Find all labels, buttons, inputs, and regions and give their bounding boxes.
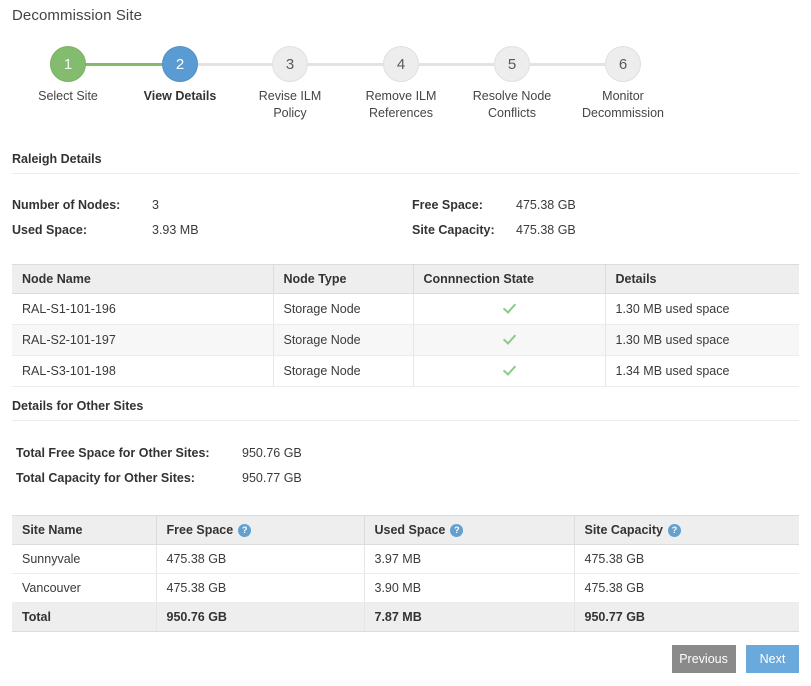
used-space-cell: 3.90 MB xyxy=(364,574,574,603)
number-of-nodes-value: 3 xyxy=(152,198,159,212)
site-table-column-header: Site Capacity? xyxy=(574,516,799,545)
site-details-heading: Raleigh Details xyxy=(12,152,799,174)
wizard-step-label-5: Resolve NodeConflicts xyxy=(473,88,552,122)
wizard-step-label-2: View Details xyxy=(144,88,217,105)
next-button[interactable]: Next xyxy=(746,645,799,673)
total-free-space-value: 950.76 GB xyxy=(242,446,302,460)
node-name-cell: RAL-S3-101-198 xyxy=(12,356,273,387)
wizard-step-label-line1: Resolve Node xyxy=(473,88,552,105)
other-sites-heading: Details for Other Sites xyxy=(12,399,799,421)
node-table-column-header: Node Type xyxy=(273,265,413,294)
wizard-step-label-line1: View Details xyxy=(144,88,217,105)
node-type-cell: Storage Node xyxy=(273,294,413,325)
table-row: RAL-S2-101-197Storage Node 1.30 MB used s… xyxy=(12,325,799,356)
total-capacity-value: 950.77 GB xyxy=(242,471,302,485)
table-row: Sunnyvale475.38 GB3.97 MB475.38 GB xyxy=(12,545,799,574)
site-table-column-header: Used Space? xyxy=(364,516,574,545)
check-icon xyxy=(503,332,516,345)
total-capacity-label: Total Capacity for Other Sites: xyxy=(16,471,195,485)
wizard-step-label-line1: Monitor xyxy=(582,88,664,105)
wizard-step-label-6: MonitorDecommission xyxy=(582,88,664,122)
check-icon xyxy=(503,301,516,314)
used-space-label: Used Space: xyxy=(12,223,87,237)
node-table-header-row: Node NameNode TypeConnnection StateDetai… xyxy=(12,265,799,294)
wizard-step-circle-2: 2 xyxy=(162,46,198,82)
site-table: Site NameFree Space?Used Space?Site Capa… xyxy=(12,515,799,632)
check-icon xyxy=(503,363,516,376)
previous-button[interactable]: Previous xyxy=(672,645,736,673)
other-sites-summary: Total Free Space for Other Sites: 950.76… xyxy=(16,446,516,492)
table-row: Vancouver475.38 GB3.90 MB475.38 GB xyxy=(12,574,799,603)
wizard-stepper: 1 Select Site 2 View Details 3 Revise ILMPoli… xyxy=(12,46,692,136)
free-space-cell: 475.38 GB xyxy=(156,574,364,603)
wizard-step-label-1: Select Site xyxy=(38,88,98,105)
connection-state-cell xyxy=(413,325,605,356)
site-name-cell: Vancouver xyxy=(12,574,156,603)
node-details-cell: 1.30 MB used space xyxy=(605,325,799,356)
table-row-total: Total950.76 GB7.87 MB950.77 GB xyxy=(12,603,799,632)
site-table-column-label: Free Space xyxy=(167,523,234,537)
site-table-column-label: Used Space xyxy=(375,523,446,537)
wizard-step-label-line2: Conflicts xyxy=(473,105,552,122)
free-space-label: Free Space: xyxy=(412,198,483,212)
node-type-cell: Storage Node xyxy=(273,325,413,356)
site-table-header-row: Site NameFree Space?Used Space?Site Capa… xyxy=(12,516,799,545)
used-space-value: 3.93 MB xyxy=(152,223,199,237)
wizard-step-label-line1: Select Site xyxy=(38,88,98,105)
site-table-column-label: Site Name xyxy=(22,523,82,537)
wizard-step-circle-5: 5 xyxy=(494,46,530,82)
wizard-step-label-line2: Policy xyxy=(259,105,322,122)
site-capacity-cell: 475.38 GB xyxy=(574,574,799,603)
site-capacity-cell: 475.38 GB xyxy=(574,545,799,574)
wizard-step-circle-1: 1 xyxy=(50,46,86,82)
free-space-value: 475.38 GB xyxy=(516,198,576,212)
node-type-cell: Storage Node xyxy=(273,356,413,387)
site-table-column-label: Site Capacity xyxy=(585,523,664,537)
node-table-column-header: Connnection State xyxy=(413,265,605,294)
node-table-column-header: Node Name xyxy=(12,265,273,294)
site-capacity-cell: 950.77 GB xyxy=(574,603,799,632)
wizard-step-label-line1: Revise ILM xyxy=(259,88,322,105)
wizard-step-circle-4: 4 xyxy=(383,46,419,82)
site-details-summary-left: Number of Nodes: 3 Used Space: 3.93 MB xyxy=(12,198,432,244)
help-icon[interactable]: ? xyxy=(668,524,681,537)
site-name-cell: Sunnyvale xyxy=(12,545,156,574)
node-details-cell: 1.34 MB used space xyxy=(605,356,799,387)
node-table-column-header: Details xyxy=(605,265,799,294)
site-capacity-label: Site Capacity: xyxy=(412,223,495,237)
help-icon[interactable]: ? xyxy=(238,524,251,537)
free-space-cell: 950.76 GB xyxy=(156,603,364,632)
number-of-nodes-label: Number of Nodes: xyxy=(12,198,120,212)
used-space-cell: 3.97 MB xyxy=(364,545,574,574)
wizard-step-label-3: Revise ILMPolicy xyxy=(259,88,322,122)
wizard-step-circle-3: 3 xyxy=(272,46,308,82)
wizard-step-label-line2: Decommission xyxy=(582,105,664,122)
decommission-site-page: Decommission Site 1 Select Site 2 View Deta… xyxy=(0,0,811,686)
node-table: Node NameNode TypeConnnection StateDetai… xyxy=(12,264,799,387)
site-table-column-header: Site Name xyxy=(12,516,156,545)
wizard-step-label-line2: References xyxy=(366,105,437,122)
site-details-summary-right: Free Space: 475.38 GB Site Capacity: 475… xyxy=(412,198,792,244)
site-table-column-header: Free Space? xyxy=(156,516,364,545)
node-details-cell: 1.30 MB used space xyxy=(605,294,799,325)
wizard-step-circle-6: 6 xyxy=(605,46,641,82)
help-icon[interactable]: ? xyxy=(450,524,463,537)
free-space-cell: 475.38 GB xyxy=(156,545,364,574)
connection-state-cell xyxy=(413,294,605,325)
site-capacity-value: 475.38 GB xyxy=(516,223,576,237)
node-name-cell: RAL-S1-101-196 xyxy=(12,294,273,325)
node-name-cell: RAL-S2-101-197 xyxy=(12,325,273,356)
used-space-cell: 7.87 MB xyxy=(364,603,574,632)
wizard-step-label-line1: Remove ILM xyxy=(366,88,437,105)
page-title: Decommission Site xyxy=(12,7,142,24)
connection-state-cell xyxy=(413,356,605,387)
total-free-space-label: Total Free Space for Other Sites: xyxy=(16,446,210,460)
wizard-footer: Previous Next xyxy=(0,645,799,673)
table-row: RAL-S3-101-198Storage Node 1.34 MB used s… xyxy=(12,356,799,387)
wizard-step-label-4: Remove ILMReferences xyxy=(366,88,437,122)
site-name-cell: Total xyxy=(12,603,156,632)
table-row: RAL-S1-101-196Storage Node 1.30 MB used s… xyxy=(12,294,799,325)
